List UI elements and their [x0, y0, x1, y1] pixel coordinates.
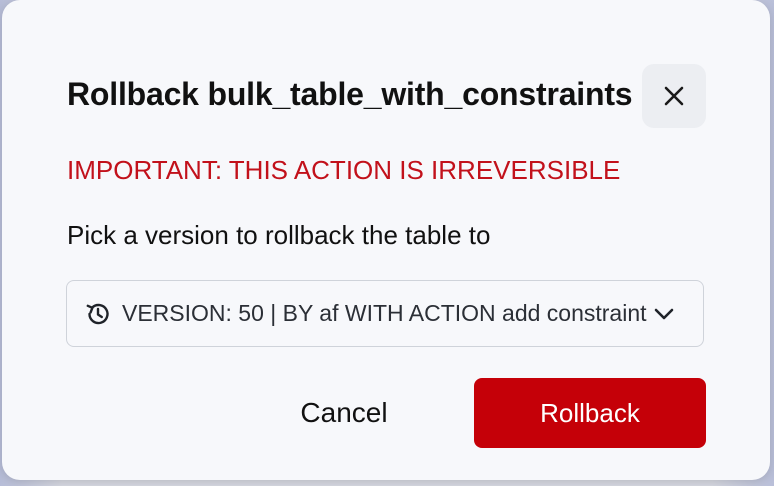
- rollback-button[interactable]: Rollback: [474, 378, 706, 448]
- rollback-dialog: Rollback bulk_table_with_constraints IMP…: [2, 0, 770, 480]
- cancel-button[interactable]: Cancel: [270, 380, 418, 446]
- dialog-title: Rollback bulk_table_with_constraints: [67, 76, 633, 112]
- history-icon: [84, 300, 112, 328]
- irreversible-warning: IMPORTANT: THIS ACTION IS IRREVERSIBLE: [67, 155, 621, 185]
- instruction-text: Pick a version to rollback the table to: [67, 220, 491, 250]
- version-select[interactable]: VERSION: 50 | BY af WITH ACTION add cons…: [66, 280, 704, 347]
- version-select-value: VERSION: 50 | BY af WITH ACTION add cons…: [122, 300, 647, 326]
- close-button[interactable]: [642, 64, 706, 128]
- close-icon: [664, 86, 684, 106]
- chevron-down-icon: [653, 303, 675, 325]
